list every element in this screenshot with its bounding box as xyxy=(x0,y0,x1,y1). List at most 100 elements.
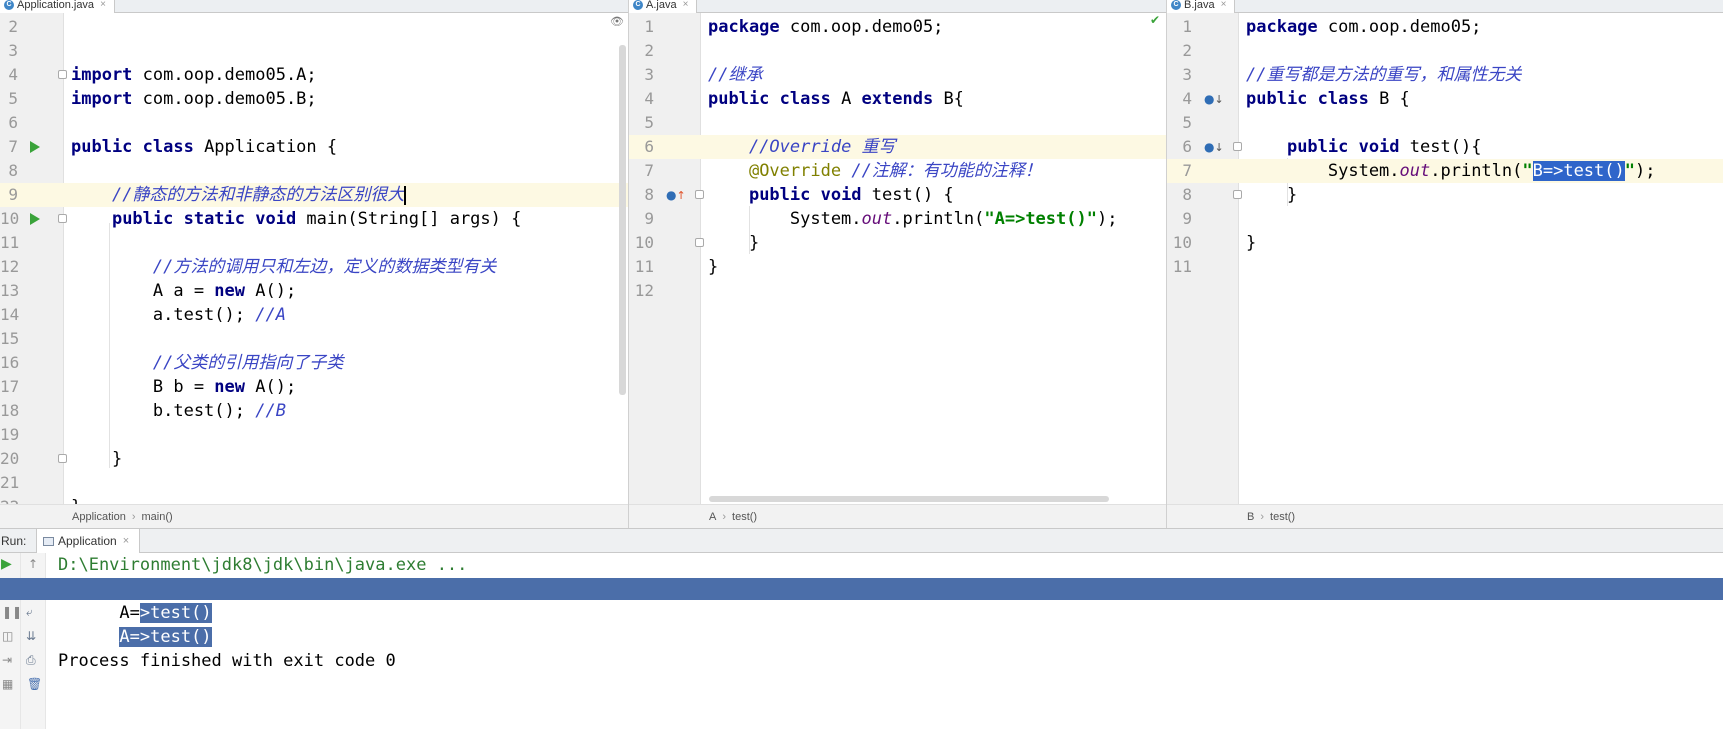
code-text[interactable]: //静态的方法和非静态的方法区别很大 xyxy=(71,183,407,207)
tab-application-java[interactable]: C Application.java × xyxy=(0,0,115,13)
code-line[interactable]: 9 xyxy=(1167,207,1723,231)
code-text[interactable]: package com.oop.demo05; xyxy=(708,15,943,39)
code-line[interactable]: 9 System.out.println("A=>test()"); xyxy=(629,207,1166,231)
code-line[interactable]: 19 xyxy=(0,423,628,447)
code-line[interactable]: 6 xyxy=(0,111,628,135)
code-line[interactable]: 12 xyxy=(629,279,1166,303)
code-text[interactable]: b.test(); //B xyxy=(71,399,286,423)
line-number[interactable]: 2 xyxy=(1167,39,1192,63)
close-icon[interactable]: × xyxy=(123,529,129,553)
code-text[interactable]: //继承 xyxy=(708,63,762,87)
line-number[interactable]: 4 xyxy=(1167,87,1192,111)
code-lines[interactable]: 2 3 4 import com.oop.demo05.A; 5 import com.o… xyxy=(0,15,628,519)
code-lines[interactable]: 1 package com.oop.demo05; 2 3 //重写都是方法的重写，和属… xyxy=(1167,15,1723,279)
close-icon[interactable]: × xyxy=(683,0,689,10)
line-number[interactable]: 8 xyxy=(0,159,18,183)
code-line[interactable]: 18 b.test(); //B xyxy=(0,399,628,423)
arrow-up-icon[interactable]: ↑ xyxy=(28,557,38,571)
fold-marker-icon[interactable] xyxy=(695,238,704,247)
code-line[interactable]: 3 xyxy=(0,39,628,63)
line-number[interactable]: 16 xyxy=(0,351,19,375)
code-line[interactable]: 5 import com.oop.demo05.B; xyxy=(0,87,628,111)
breadcrumb-item[interactable]: Application xyxy=(72,511,126,523)
tab-a-java[interactable]: C A.java × xyxy=(629,0,698,13)
code-line[interactable]: 13 A a = new A(); xyxy=(0,279,628,303)
run-gutter-icon[interactable] xyxy=(30,213,40,225)
line-number[interactable]: 5 xyxy=(629,111,654,135)
line-number[interactable]: 10 xyxy=(0,207,19,231)
code-line[interactable]: 16 //父类的引用指向了子类 xyxy=(0,351,628,375)
code-line[interactable]: 4 import com.oop.demo05.A; xyxy=(0,63,628,87)
code-line[interactable]: 7 @Override //注解：有功能的注释！ xyxy=(629,159,1166,183)
line-number[interactable]: 6 xyxy=(1167,135,1192,159)
line-number[interactable]: 11 xyxy=(629,255,654,279)
line-number[interactable]: 3 xyxy=(0,39,18,63)
code-line[interactable]: 12 //方法的调用只和左边，定义的数据类型有关 xyxy=(0,255,628,279)
code-line[interactable]: 3 //重写都是方法的重写，和属性无关 xyxy=(1167,63,1723,87)
line-number[interactable]: 5 xyxy=(1167,111,1192,135)
line-number[interactable]: 9 xyxy=(1167,207,1192,231)
code-line[interactable]: 14 a.test(); //A xyxy=(0,303,628,327)
code-line[interactable]: 1 package com.oop.demo05; xyxy=(629,15,1166,39)
line-number[interactable]: 12 xyxy=(0,255,19,279)
editor-pane-application[interactable]: C Application.java × 👁 2 3 4 import com.oop… xyxy=(0,0,629,528)
line-number[interactable]: 2 xyxy=(0,15,18,39)
line-number[interactable]: 11 xyxy=(0,231,19,255)
code-line[interactable]: 10} xyxy=(1167,231,1723,255)
fold-marker-icon[interactable] xyxy=(58,214,67,223)
code-line[interactable]: 10 } xyxy=(629,231,1166,255)
code-text[interactable]: public void test(){ xyxy=(1246,135,1481,159)
exit-icon[interactable]: ⇥ xyxy=(2,653,12,667)
line-number[interactable]: 8 xyxy=(1167,183,1192,207)
code-line[interactable]: 8 xyxy=(0,159,628,183)
code-text[interactable]: public static void main(String[] args) { xyxy=(71,207,521,231)
close-icon[interactable]: × xyxy=(1221,0,1227,10)
scroll-to-end-icon[interactable]: ⇊ xyxy=(26,629,36,643)
run-tab-application[interactable]: Application × xyxy=(36,529,141,553)
code-text[interactable]: import com.oop.demo05.A; xyxy=(71,63,317,87)
breadcrumb-item[interactable]: test() xyxy=(732,511,757,523)
code-line[interactable]: 20 } xyxy=(0,447,628,471)
fold-marker-icon[interactable] xyxy=(58,70,67,79)
code-text[interactable]: System.out.println("B=>test()"); xyxy=(1246,159,1655,183)
fold-marker-icon[interactable] xyxy=(695,190,704,199)
line-number[interactable]: 8 xyxy=(629,183,654,207)
code-text[interactable]: @Override //注解：有功能的注释！ xyxy=(708,159,1042,183)
code-text[interactable]: } xyxy=(1246,231,1256,255)
code-line[interactable]: 2 xyxy=(0,15,628,39)
code-line[interactable]: 8 ●↑ public void test() { xyxy=(629,183,1166,207)
horizontal-scrollbar[interactable] xyxy=(709,496,1109,502)
code-line[interactable]: 17 B b = new A(); xyxy=(0,375,628,399)
breadcrumb-item[interactable]: B xyxy=(1247,511,1254,523)
code-line[interactable]: 11 xyxy=(1167,255,1723,279)
code-line[interactable]: 1 package com.oop.demo05; xyxy=(1167,15,1723,39)
line-number[interactable]: 11 xyxy=(1167,255,1192,279)
vertical-scrollbar[interactable] xyxy=(619,45,626,395)
line-number[interactable]: 3 xyxy=(629,63,654,87)
line-number[interactable]: 13 xyxy=(0,279,19,303)
breadcrumb-item[interactable]: main() xyxy=(142,511,173,523)
line-number[interactable]: 15 xyxy=(0,327,19,351)
code-lines[interactable]: 1 package com.oop.demo05; 2 3 //继承 4 public cl… xyxy=(629,15,1166,303)
code-text[interactable]: } xyxy=(708,231,759,255)
trash-icon[interactable]: 🗑 xyxy=(27,677,42,691)
line-number[interactable]: 10 xyxy=(1167,231,1192,255)
line-number[interactable]: 18 xyxy=(0,399,19,423)
code-line[interactable]: 2 xyxy=(629,39,1166,63)
tab-b-java[interactable]: C B.java × xyxy=(1167,0,1236,13)
line-number[interactable]: 7 xyxy=(1167,159,1192,183)
code-text[interactable]: //方法的调用只和左边，定义的数据类型有关 xyxy=(71,255,496,279)
code-text[interactable]: package com.oop.demo05; xyxy=(1246,15,1481,39)
code-text[interactable]: B b = new A(); xyxy=(71,375,296,399)
line-number[interactable]: 6 xyxy=(0,111,18,135)
code-text[interactable]: public class Application { xyxy=(71,135,337,159)
line-number[interactable]: 1 xyxy=(1167,15,1192,39)
run-console[interactable]: ▶ ■ ❚❚ ◫ ⇥ ▦ ↑ ↓ ⤶ ⇊ ⎙ 🗑 D:\Environment\… xyxy=(0,553,1723,729)
dump-threads-icon[interactable]: ◫ xyxy=(2,629,13,643)
line-number[interactable]: 17 xyxy=(0,375,19,399)
layout-icon[interactable]: ▦ xyxy=(2,677,13,691)
code-line[interactable]: 9 //静态的方法和非静态的方法区别很大 xyxy=(0,183,628,207)
line-number[interactable]: 2 xyxy=(629,39,654,63)
line-number[interactable]: 1 xyxy=(629,15,654,39)
code-line[interactable]: 8 } xyxy=(1167,183,1723,207)
